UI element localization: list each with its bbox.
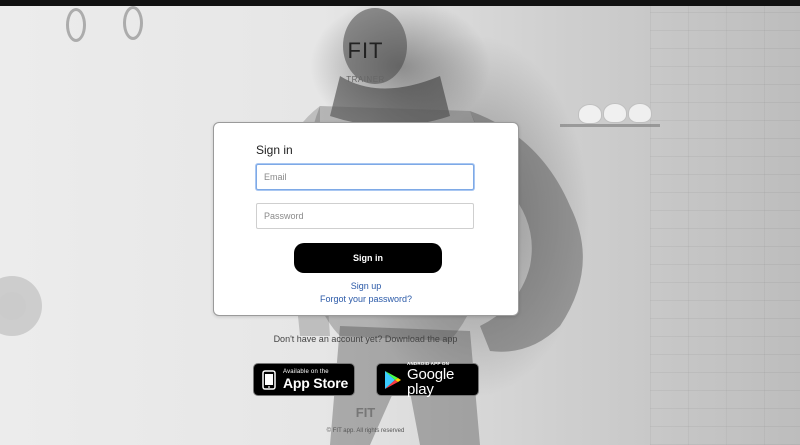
- login-page: FIT TRAINER Sign in Sign in Sign up Forg…: [0, 0, 800, 445]
- top-bar: [0, 0, 800, 6]
- brand-logo: FIT: [347, 38, 384, 63]
- app-store-badge[interactable]: Available on the App Store: [253, 363, 355, 396]
- shelf: [560, 124, 660, 127]
- gym-ring: [123, 6, 143, 40]
- google-play-big-text: Google play: [407, 366, 455, 399]
- password-field[interactable]: [256, 203, 474, 229]
- brand-subtitle: TRAINER: [346, 75, 385, 84]
- app-store-big-text: App Store: [283, 375, 349, 391]
- forgot-password-link[interactable]: Forgot your password?: [214, 294, 518, 304]
- sign-in-heading: Sign in: [256, 143, 293, 157]
- medicine-ball: [578, 104, 602, 124]
- footer-copyright: © FIT app. All rights reserved: [326, 428, 405, 434]
- google-play-badge[interactable]: ANDROID APP ON Google play: [376, 361, 479, 399]
- gym-ring: [66, 8, 86, 42]
- download-prompt: Don't have an account yet? Download the …: [273, 334, 458, 344]
- medicine-ball: [628, 103, 652, 123]
- sign-in-button[interactable]: Sign in: [294, 243, 442, 273]
- apple-icon: [260, 369, 278, 391]
- google-play-icon: [384, 369, 402, 391]
- medicine-ball: [603, 103, 627, 123]
- email-field[interactable]: [256, 164, 474, 190]
- footer-logo: FIT: [355, 405, 376, 420]
- sign-up-link[interactable]: Sign up: [214, 281, 518, 291]
- sign-in-card: Sign in Sign in Sign up Forgot your pass…: [213, 122, 519, 316]
